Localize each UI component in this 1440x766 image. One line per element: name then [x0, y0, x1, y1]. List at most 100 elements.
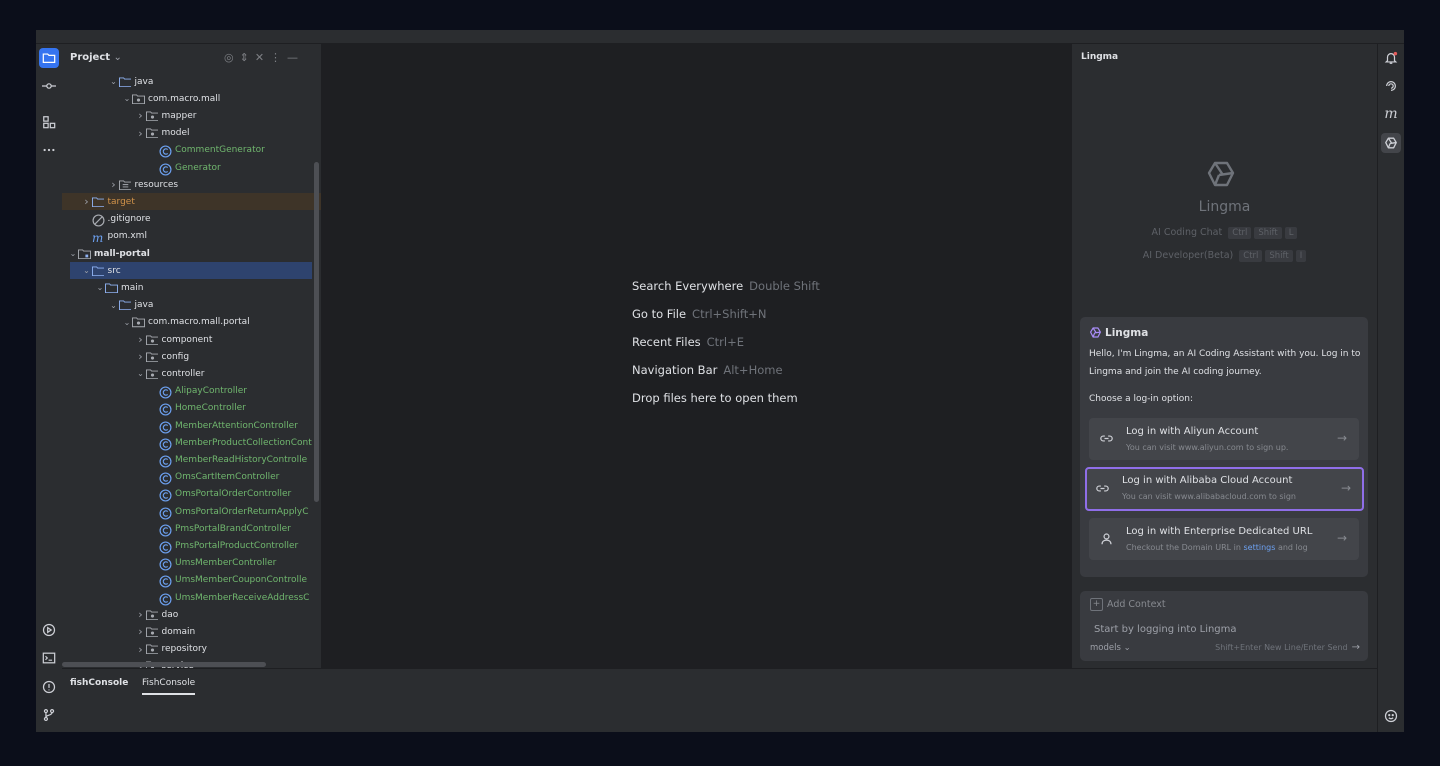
tree-item[interactable]: OmsCartItemController [62, 469, 321, 486]
tree-item-label: PmsPortalProductController [175, 540, 299, 551]
expand-all-icon[interactable]: ⇕ [240, 51, 249, 64]
chevron-down-icon[interactable]: ⌄ [136, 369, 146, 378]
run-icon[interactable] [39, 620, 59, 640]
chevron-right-icon[interactable]: › [136, 625, 146, 638]
add-context-button[interactable]: + Add Context [1090, 598, 1166, 611]
tree-item[interactable]: MemberAttentionController [62, 417, 321, 434]
tree-item[interactable]: UmsMemberReceiveAddressC [62, 589, 321, 606]
tree-item[interactable]: ⌄ java [62, 297, 321, 314]
tree-item[interactable]: MemberReadHistoryControlle [62, 451, 321, 468]
collapse-all-icon[interactable]: ✕ [255, 51, 264, 64]
tree-item[interactable]: m pom.xml [62, 228, 321, 245]
structure-icon[interactable] [39, 112, 59, 132]
lingma-tool-icon[interactable] [1381, 133, 1401, 153]
tree-item[interactable]: PmsPortalProductController [62, 537, 321, 554]
tree-item-label: OmsPortalOrderReturnApplyC [175, 506, 309, 517]
tree-item[interactable]: › model [62, 125, 321, 142]
chevron-right-icon[interactable]: › [136, 350, 146, 363]
hint-drop-files: Drop files here to open them [632, 391, 798, 405]
left-tool-strip [36, 44, 63, 732]
models-dropdown[interactable]: models ⌄ [1090, 643, 1131, 653]
tree-item[interactable]: AlipayController [62, 383, 321, 400]
tree-item-label: OmsCartItemController [175, 472, 280, 483]
chevron-down-icon[interactable]: ⌄ [109, 301, 119, 310]
project-folder-icon[interactable] [39, 48, 59, 68]
tree-item[interactable]: ⌄ com.macro.mall.portal [62, 314, 321, 331]
tree-item[interactable]: PmsPortalBrandController [62, 520, 321, 537]
chevron-right-icon[interactable]: › [109, 178, 119, 191]
git-branch-icon[interactable] [39, 705, 59, 725]
vertical-scrollbar[interactable] [314, 162, 319, 502]
tree-item-label: java [134, 300, 154, 311]
chevron-right-icon[interactable]: › [136, 608, 146, 621]
tree-item[interactable]: ⌄ java [62, 73, 321, 90]
option-subtitle: Checkout the Domain URL in settings and … [1126, 543, 1308, 552]
tree-item[interactable]: UmsMemberCouponControlle [62, 572, 321, 589]
chevron-right-icon[interactable]: › [136, 333, 146, 346]
tree-item[interactable]: MemberProductCollectionCont [62, 434, 321, 451]
chevron-down-icon[interactable]: ⌄ [122, 94, 132, 103]
chevron-down-icon[interactable]: ⌄ [122, 318, 132, 327]
tree-item[interactable]: HomeController [62, 400, 321, 417]
tree-item[interactable]: › resources [62, 176, 321, 193]
tab-fishconsole[interactable]: FishConsole [142, 678, 196, 695]
svg-text:m: m [92, 231, 103, 244]
tree-item[interactable]: › repository [62, 641, 321, 658]
horizontal-scrollbar[interactable] [62, 662, 266, 667]
more-icon[interactable] [39, 140, 59, 160]
tree-item[interactable]: ⌄ main [62, 279, 321, 296]
chevron-down-icon: ⌄ [1123, 643, 1131, 653]
chat-input-field[interactable]: Start by logging into Lingma [1094, 624, 1237, 635]
chevron-right-icon[interactable]: › [136, 127, 146, 140]
chevron-right-icon[interactable]: › [82, 195, 92, 208]
settings-link[interactable]: settings [1243, 543, 1275, 552]
tree-item-label: UmsMemberCouponControlle [175, 575, 308, 586]
login-aliyun-button[interactable]: Log in with Aliyun Account You can visit… [1089, 418, 1359, 460]
tree-item[interactable]: CommentGenerator [62, 142, 321, 159]
tree-item[interactable]: ⌄ controller [62, 365, 321, 382]
tree-item[interactable]: ⌄ com.macro.mall [62, 90, 321, 107]
tree-item[interactable]: ⌄ src [70, 262, 312, 280]
chevron-down-icon[interactable]: ⌄ [109, 77, 119, 86]
chevron-right-icon[interactable]: › [136, 643, 146, 656]
chevron-down-icon[interactable]: ⌄ [95, 283, 105, 292]
tree-item[interactable]: ⌄ mall-portal [62, 245, 321, 262]
tree-item-label: mall-portal [94, 248, 150, 259]
option-title: Log in with Aliyun Account [1126, 426, 1259, 437]
tree-item[interactable]: › config [62, 348, 321, 365]
login-alibaba-cloud-button[interactable]: Log in with Alibaba Cloud Account You ca… [1085, 467, 1364, 511]
notifications-icon[interactable] [1381, 48, 1401, 68]
hide-icon[interactable]: — [287, 51, 298, 64]
send-icon[interactable]: → [1352, 642, 1360, 653]
tree-item[interactable]: .gitignore [62, 211, 321, 228]
tree-item[interactable]: › mapper [62, 107, 321, 124]
arrow-right-icon: → [1336, 431, 1347, 445]
tree-item[interactable]: UmsMemberController [62, 555, 321, 572]
maven-icon[interactable]: m [1381, 104, 1401, 124]
problems-icon[interactable] [39, 677, 59, 697]
login-card: Lingma Hello, I'm Lingma, an AI Coding A… [1080, 317, 1368, 577]
class-icon [159, 489, 172, 502]
project-panel-title[interactable]: Project ⌄ [70, 52, 122, 63]
tree-item[interactable]: OmsPortalOrderReturnApplyC [62, 503, 321, 520]
ignore-icon [91, 214, 105, 227]
locate-icon[interactable]: ◎ [224, 51, 234, 64]
tree-item-label: java [134, 76, 154, 87]
login-enterprise-url-button[interactable]: Log in with Enterprise Dedicated URL Che… [1089, 518, 1359, 560]
tree-item[interactable]: › target [62, 193, 321, 211]
tree-item[interactable]: › domain [62, 623, 321, 640]
face-icon[interactable] [1381, 706, 1401, 726]
chevron-right-icon[interactable]: › [136, 109, 146, 122]
options-icon[interactable]: ⋮ [270, 51, 281, 64]
tree-item[interactable]: Generator [62, 159, 321, 176]
project-panel: Project ⌄ ◎ ⇕ ✕ ⋮ — ⌄ java ⌄ com.macro.mall… [62, 44, 322, 668]
chevron-down-icon[interactable]: ⌄ [68, 249, 78, 258]
chevron-down-icon[interactable]: ⌄ [82, 266, 92, 275]
tree-item-label: AlipayController [175, 386, 247, 397]
terminal-icon[interactable] [39, 648, 59, 668]
commit-icon[interactable] [39, 76, 59, 96]
ai-assistant-icon[interactable] [1381, 76, 1401, 96]
tree-item[interactable]: OmsPortalOrderController [62, 486, 321, 503]
tree-item[interactable]: › dao [62, 606, 321, 623]
tree-item[interactable]: › component [62, 331, 321, 348]
